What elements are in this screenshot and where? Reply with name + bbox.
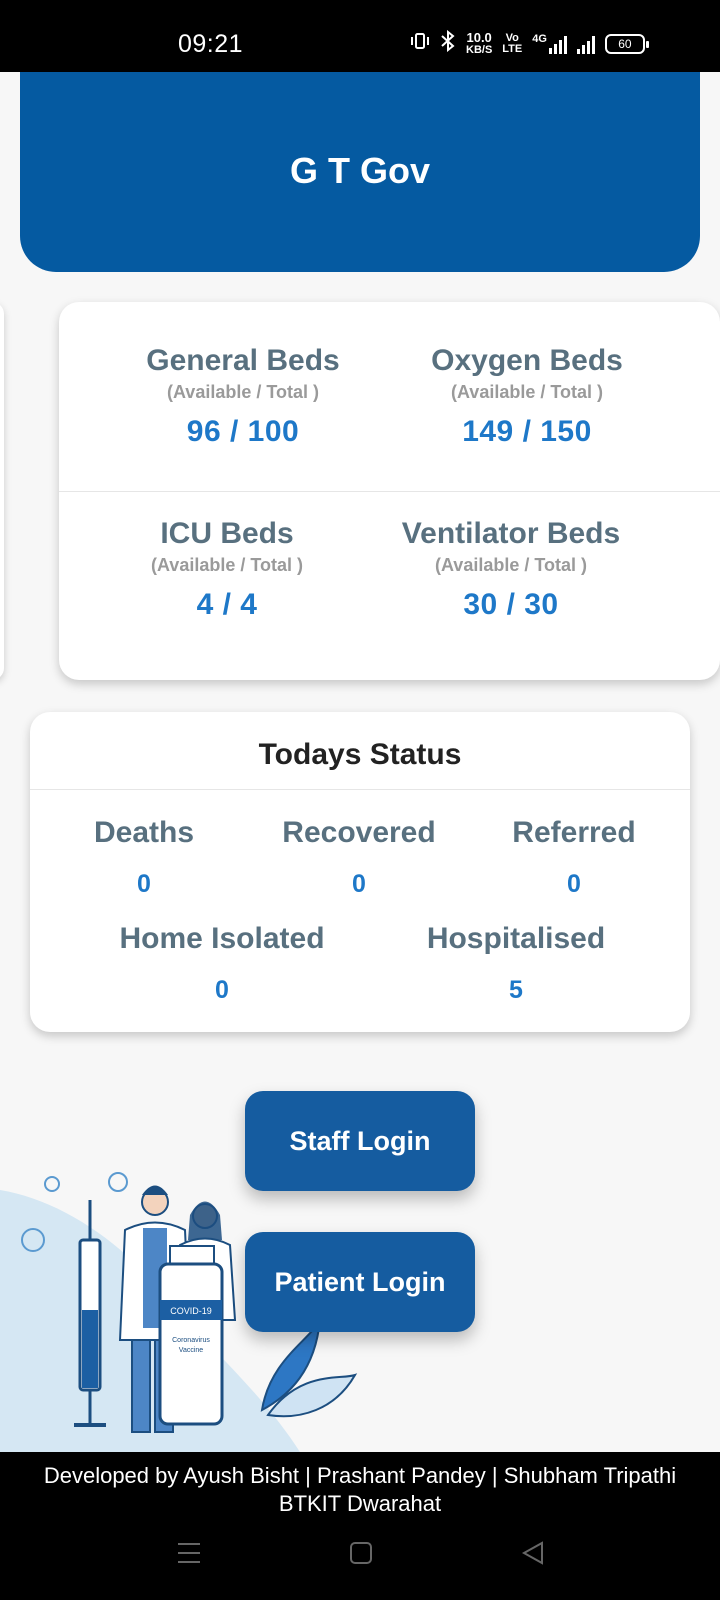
beds-card[interactable]: General Beds (Available / Total ) 96 / 1… bbox=[59, 302, 720, 680]
bluetooth-icon bbox=[440, 29, 456, 57]
signal-icon-1: 4G bbox=[532, 33, 567, 54]
volte-badge: Vo LTE bbox=[502, 31, 523, 55]
vial-label: COVID-19 bbox=[170, 1306, 212, 1316]
divider bbox=[59, 491, 720, 492]
divider bbox=[30, 789, 690, 790]
battery-icon: 60 bbox=[604, 33, 649, 54]
vibrate-icon bbox=[410, 31, 430, 56]
staff-login-button[interactable]: Staff Login bbox=[245, 1091, 475, 1191]
status-icons: 10.0 KB/S Vo LTE 4G 60 bbox=[410, 29, 649, 57]
stat-recovered: Recovered 0 bbox=[282, 816, 436, 898]
back-icon[interactable] bbox=[520, 1540, 546, 1566]
stat-home-isolated: Home Isolated 0 bbox=[119, 922, 325, 1004]
developer-credits: Developed by Ayush Bisht | Prashant Pand… bbox=[43, 1463, 677, 1516]
net-speed: 10.0 KB/S bbox=[466, 29, 493, 56]
hospital-title: G T Gov bbox=[289, 150, 430, 191]
leaf-icon bbox=[260, 1319, 358, 1418]
status-bar: 09:21 10.0 KB/S Vo LTE 4G 60 bbox=[0, 0, 720, 72]
stat-hospitalised: Hospitalised 5 bbox=[426, 922, 606, 1004]
signal-icon-2 bbox=[576, 34, 595, 54]
header-banner: G T Gov bbox=[20, 72, 700, 272]
ventilator-beds: Ventilator Beds (Available / Total ) 30 … bbox=[361, 517, 661, 622]
stat-deaths: Deaths 0 bbox=[93, 816, 195, 898]
stat-referred: Referred 0 bbox=[512, 816, 636, 898]
icu-beds-value: 4 / 4 bbox=[196, 588, 258, 621]
clock: 09:21 bbox=[178, 30, 244, 58]
icu-beds: ICU Beds (Available / Total ) 4 / 4 bbox=[77, 517, 377, 622]
general-beds-value: 96 / 100 bbox=[186, 415, 300, 448]
home-icon[interactable] bbox=[348, 1540, 374, 1566]
vaccine-vial: COVID-19 Coronavirus Vaccine bbox=[158, 1245, 224, 1426]
menu-icon[interactable] bbox=[176, 1540, 202, 1566]
patient-login-button[interactable]: Patient Login bbox=[245, 1232, 475, 1332]
oxygen-beds: Oxygen Beds (Available / Total ) 149 / 1… bbox=[377, 344, 677, 449]
status-title: Todays Status bbox=[258, 738, 462, 771]
todays-status-card: Todays Status Deaths 0 Recovered 0 Refer… bbox=[30, 712, 690, 1032]
oxygen-beds-value: 149 / 150 bbox=[462, 415, 592, 448]
ventilator-beds-value: 30 / 30 bbox=[463, 588, 559, 621]
vial-text-2: Vaccine bbox=[179, 1347, 203, 1354]
general-beds: General Beds (Available / Total ) 96 / 1… bbox=[93, 344, 393, 449]
vial-text-1: Coronavirus bbox=[172, 1337, 210, 1344]
previous-card-peek[interactable] bbox=[0, 302, 4, 680]
footer: Developed by Ayush Bisht | Prashant Pand… bbox=[0, 1452, 720, 1600]
